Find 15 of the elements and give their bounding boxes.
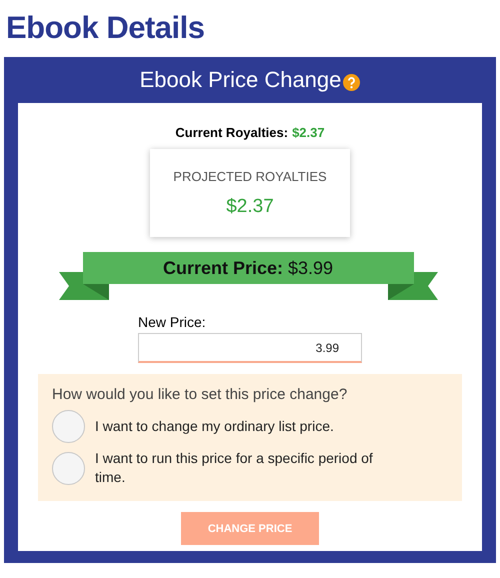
option-label: I want to run this price for a specific period of time.	[95, 449, 374, 487]
new-price-field[interactable]: 3.99	[138, 333, 362, 363]
royalties-label: Current Royalties:	[175, 125, 288, 141]
radio-button[interactable]	[52, 410, 85, 443]
panel-title: Ebook Price Change	[140, 67, 342, 93]
option-label: I want to change my ordinary list price.	[95, 417, 334, 436]
page-title: Ebook Details	[6, 9, 204, 47]
royalties-value: $2.37	[292, 125, 325, 141]
question-text: How would you like to set this price change?	[52, 386, 348, 404]
card-label: PROJECTED ROYALTIES	[173, 169, 327, 185]
current-price: Current Price: $3.99	[162, 257, 334, 279]
new-price-label: New Price:	[138, 314, 206, 331]
radio-button[interactable]	[52, 452, 85, 484]
card-value: $2.37	[226, 196, 274, 218]
help-icon[interactable]	[343, 74, 360, 90]
